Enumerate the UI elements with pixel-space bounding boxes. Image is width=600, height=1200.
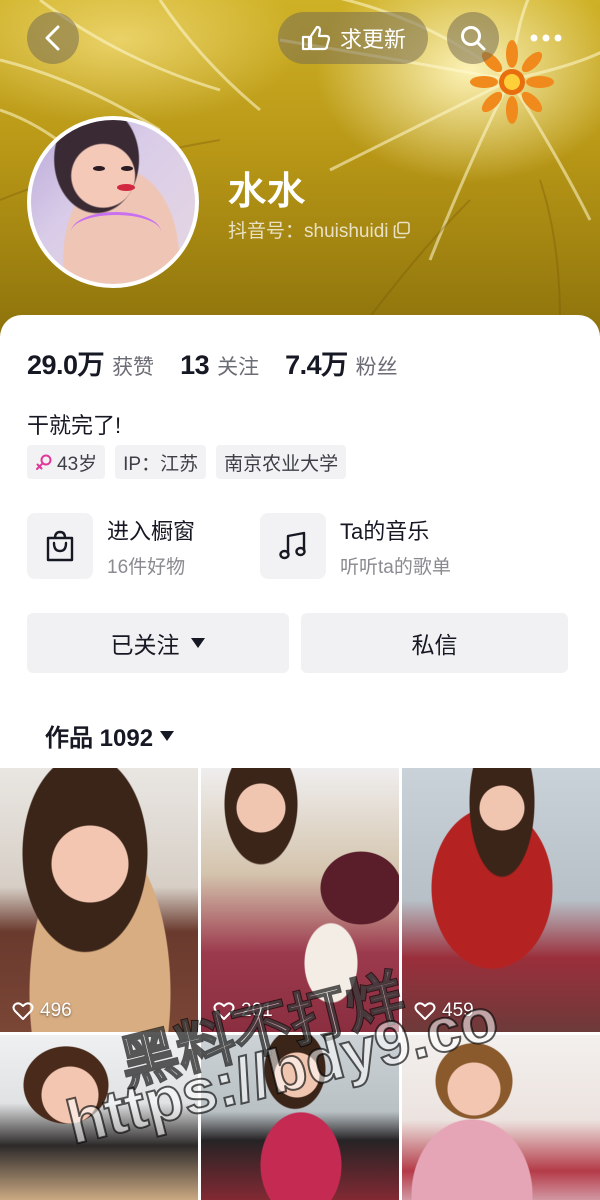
profile-bio: 干就完了! <box>27 413 122 438</box>
heart-icon <box>414 1002 436 1020</box>
heart-icon <box>213 1002 235 1020</box>
more-dots-icon <box>530 34 562 42</box>
pointing-hand-icon <box>301 25 331 51</box>
music-note-icon-wrap <box>260 513 326 579</box>
video-thumbnail[interactable]: 459 <box>402 768 600 1032</box>
avatar-sparkle <box>71 212 161 252</box>
profile-name: 水水 <box>228 171 307 213</box>
works-label: 作品 1092 <box>45 725 154 752</box>
chevron-left-icon <box>45 25 60 51</box>
video-likes: 496 <box>12 1000 72 1022</box>
tag-age: 43岁 <box>27 445 106 479</box>
video-thumbnail[interactable] <box>402 1035 600 1200</box>
music-title: Ta的音乐 <box>340 518 430 544</box>
douyin-id-text: 抖音号：shuishuidi <box>228 221 389 242</box>
female-icon <box>36 454 52 470</box>
stat-following[interactable]: 13 关注 <box>180 350 259 381</box>
message-button[interactable]: 私信 <box>301 613 568 673</box>
stat-following-label: 关注 <box>217 356 260 379</box>
music-note-icon <box>279 531 306 560</box>
works-tab[interactable]: 作品 1092 <box>45 718 175 753</box>
video-likes: 201 <box>213 1000 273 1022</box>
heart-icon <box>12 1002 34 1020</box>
video-thumbnail[interactable] <box>201 1035 399 1200</box>
stat-following-value: 13 <box>180 350 210 380</box>
avatar[interactable] <box>27 116 199 288</box>
music-subtitle: 听听ta的歌单 <box>340 556 451 578</box>
shopping-bag-icon-wrap <box>27 513 93 579</box>
video-likes-count: 459 <box>442 1000 474 1021</box>
showcase-title: 进入橱窗 <box>107 518 196 544</box>
music-entry[interactable]: Ta的音乐 听听ta的歌单 <box>260 513 451 579</box>
copy-icon[interactable] <box>393 221 411 239</box>
stat-likes-label: 获赞 <box>112 356 155 379</box>
tag-school[interactable]: 南京农业大学 <box>216 445 347 479</box>
video-thumbnail[interactable]: 496 <box>0 768 198 1032</box>
showcase-entry[interactable]: 进入橱窗 16件好物 <box>27 513 195 579</box>
profile-banner: 求更新 水水 抖音号：shuishuidi <box>0 0 600 340</box>
stat-followers-label: 粉丝 <box>355 356 398 379</box>
video-thumbnail[interactable] <box>0 1035 198 1200</box>
avatar-lips <box>117 184 135 191</box>
douyin-id[interactable]: 抖音号：shuishuidi <box>228 216 411 243</box>
tag-ip: IP：江苏 <box>115 445 207 479</box>
request-update-button[interactable]: 求更新 <box>278 12 428 64</box>
avatar-eye-left <box>93 166 105 171</box>
shopping-bag-icon <box>46 530 74 562</box>
following-button[interactable]: 已关注 <box>27 613 289 673</box>
video-thumbnail[interactable]: 201 <box>201 768 399 1032</box>
following-label: 已关注 <box>110 632 180 658</box>
avatar-eye-right <box>121 166 133 171</box>
caret-down-icon <box>160 730 175 741</box>
video-grid: 496 201 459 <box>0 768 600 1200</box>
video-likes-count: 201 <box>241 1000 273 1021</box>
tag-age-text: 43岁 <box>57 453 98 475</box>
video-likes-count: 496 <box>40 1000 72 1021</box>
request-update-label: 求更新 <box>339 27 406 52</box>
message-label: 私信 <box>411 632 458 658</box>
stat-likes-value: 29.0万 <box>27 350 105 380</box>
search-icon <box>461 26 486 51</box>
caret-down-icon <box>190 638 205 648</box>
stat-followers-value: 7.4万 <box>285 350 348 380</box>
stat-followers[interactable]: 7.4万 粉丝 <box>285 343 398 382</box>
stat-likes[interactable]: 29.0万 获赞 <box>27 343 154 382</box>
profile-stats: 29.0万 获赞 13 关注 7.4万 粉丝 <box>27 343 398 382</box>
profile-card: 29.0万 获赞 13 关注 7.4万 粉丝 干就完了! 43岁 IP：江苏 南… <box>0 315 600 767</box>
back-button[interactable] <box>27 12 79 64</box>
profile-tags: 43岁 IP：江苏 南京农业大学 <box>27 445 347 479</box>
more-button[interactable] <box>520 12 572 64</box>
search-button[interactable] <box>447 12 499 64</box>
showcase-subtitle: 16件好物 <box>107 556 186 578</box>
video-likes: 459 <box>414 1000 474 1022</box>
